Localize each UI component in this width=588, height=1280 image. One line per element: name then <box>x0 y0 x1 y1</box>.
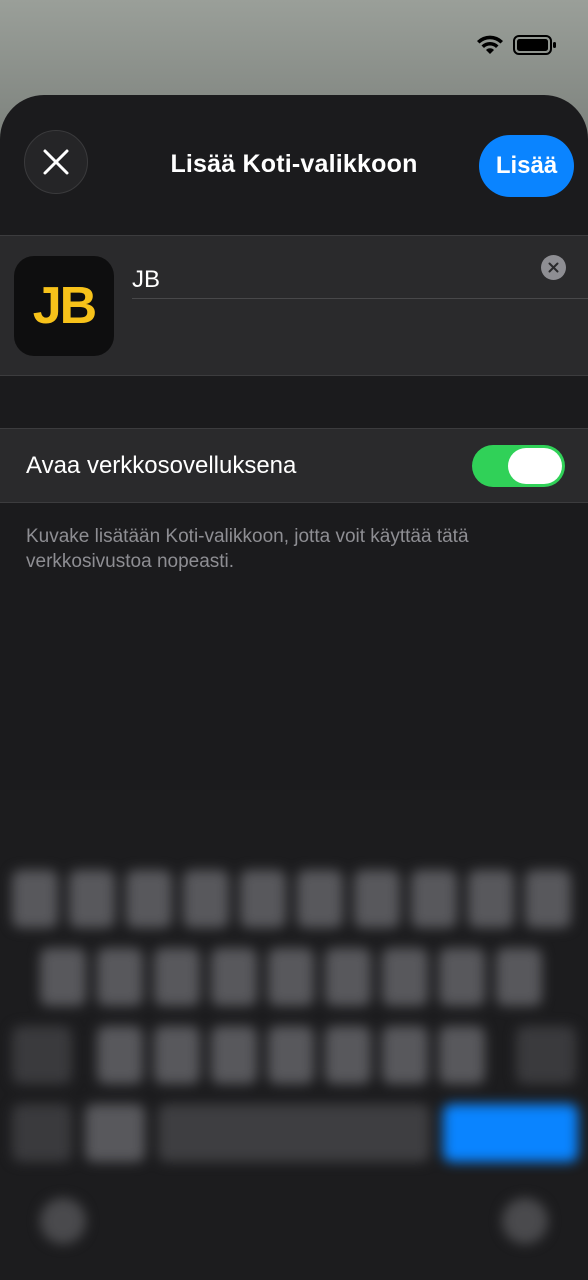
add-button[interactable]: Lisää <box>479 135 574 197</box>
return-key[interactable] <box>443 1104 578 1162</box>
web-app-toggle[interactable] <box>472 445 565 487</box>
keyboard-key[interactable] <box>268 948 314 1006</box>
numbers-key[interactable] <box>12 1104 72 1162</box>
keyboard-key[interactable] <box>211 1026 257 1084</box>
keyboard-key[interactable] <box>525 870 571 928</box>
keyboard-key[interactable] <box>297 870 343 928</box>
keyboard-key[interactable] <box>154 1026 200 1084</box>
keyboard-key[interactable] <box>325 1026 371 1084</box>
keyboard-key[interactable] <box>183 870 229 928</box>
delete-key[interactable] <box>516 1026 576 1084</box>
name-field-underline <box>132 298 588 299</box>
keyboard-key[interactable] <box>97 948 143 1006</box>
keyboard-key[interactable] <box>240 870 286 928</box>
clear-icon <box>548 262 559 273</box>
keyboard-key[interactable] <box>126 870 172 928</box>
keyboard-key[interactable] <box>12 870 58 928</box>
keyboard-key[interactable] <box>382 1026 428 1084</box>
keyboard-key[interactable] <box>325 948 371 1006</box>
keyboard-key[interactable] <box>354 870 400 928</box>
name-field[interactable] <box>132 260 532 300</box>
keyboard-key[interactable] <box>439 948 485 1006</box>
keyboard-key[interactable] <box>382 948 428 1006</box>
keyboard-key[interactable] <box>268 1026 314 1084</box>
keyboard-key[interactable] <box>40 948 86 1006</box>
clear-text-button[interactable] <box>541 255 566 280</box>
battery-icon <box>513 35 556 55</box>
space-key[interactable] <box>158 1104 430 1162</box>
keyboard-key[interactable] <box>468 870 514 928</box>
shift-key[interactable] <box>12 1026 72 1084</box>
keyboard <box>0 790 588 1280</box>
dictation-key[interactable] <box>502 1198 548 1244</box>
keyboard-key[interactable] <box>211 948 257 1006</box>
keyboard-key[interactable] <box>97 1026 143 1084</box>
footnote-text: Kuvake lisätään Koti-valikkoon, jotta vo… <box>26 526 469 572</box>
globe-key[interactable] <box>40 1198 86 1244</box>
bookmark-details: JB <box>0 235 588 376</box>
status-bar <box>0 0 588 90</box>
website-icon-text: JB <box>32 277 98 335</box>
web-app-toggle-label: Avaa verkkosovelluksena <box>26 452 297 479</box>
keyboard-key[interactable] <box>439 1026 485 1084</box>
toggle-knob <box>508 448 562 484</box>
keyboard-key[interactable] <box>411 870 457 928</box>
emoji-key[interactable] <box>85 1104 145 1162</box>
keyboard-key[interactable] <box>154 948 200 1006</box>
keyboard-keys <box>0 790 588 1280</box>
web-app-toggle-row: Avaa verkkosovelluksena <box>0 428 588 503</box>
keyboard-key[interactable] <box>496 948 542 1006</box>
keyboard-key[interactable] <box>69 870 115 928</box>
website-icon: JB <box>14 256 114 356</box>
wifi-icon <box>477 35 503 54</box>
